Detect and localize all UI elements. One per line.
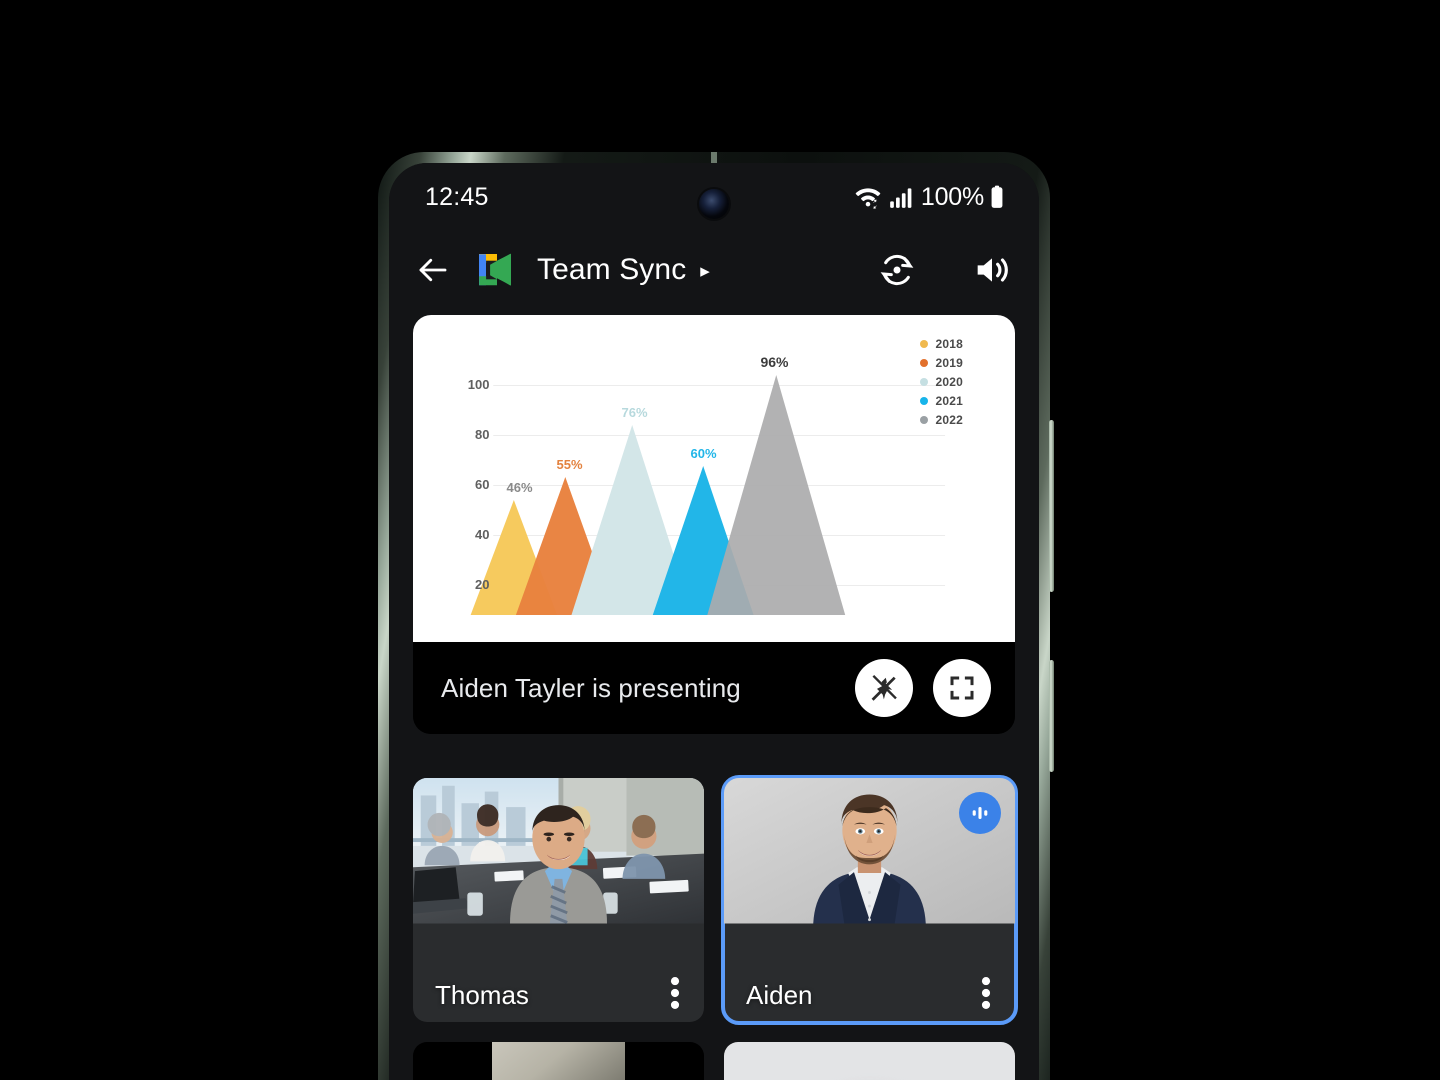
- participant-tile-partial-right[interactable]: [724, 1042, 1015, 1080]
- back-arrow-icon[interactable]: [415, 252, 451, 288]
- canvas-backdrop: 12:45 100% Team Sync ▸ 100 80 60 40 20 4…: [0, 0, 1440, 1080]
- thomas-conference-room-photo: [413, 778, 704, 924]
- unpin-button[interactable]: [855, 659, 913, 717]
- status-bar-clock: 12:45: [425, 182, 489, 211]
- ytick-40: 40: [475, 527, 489, 542]
- datalabel-2018: 46%: [506, 480, 532, 495]
- datalabel-2021: 60%: [690, 446, 716, 461]
- legend-label-2020: 2020: [935, 375, 963, 389]
- more-options-icon[interactable]: [973, 976, 999, 1010]
- partial-tile-video: [491, 1042, 626, 1080]
- legend-dot-2022: [919, 416, 928, 424]
- status-bar: 12:45 100%: [389, 163, 1039, 231]
- fullscreen-button[interactable]: [933, 659, 991, 717]
- ytick-80: 80: [475, 427, 489, 442]
- ytick-100: 100: [468, 377, 490, 392]
- presentation-card[interactable]: 100 80 60 40 20 46% 55% 76% 60% 96% 2018…: [413, 315, 1015, 734]
- legend-item-2018: 2018: [919, 337, 964, 351]
- legend-label-2021: 2021: [935, 394, 963, 408]
- app-bar: Team Sync ▸: [389, 231, 1039, 309]
- legend-label-2022: 2022: [935, 413, 963, 427]
- volume-button[interactable]: [1049, 660, 1054, 772]
- datalabel-2019: 55%: [556, 457, 582, 472]
- phone-device-frame: 12:45 100% Team Sync ▸ 100 80 60 40 20 4…: [378, 152, 1054, 1080]
- google-meet-logo: [479, 253, 511, 286]
- participant-tile-aiden[interactable]: Aiden: [721, 775, 1018, 1025]
- participant-tile-partial-left[interactable]: [413, 1042, 704, 1080]
- phone-bezel: 12:45 100% Team Sync ▸ 100 80 60 40 20 4…: [389, 163, 1039, 1080]
- legend-dot-2021: [919, 397, 928, 405]
- meeting-title[interactable]: Team Sync: [537, 253, 686, 287]
- phone-screen: 12:45 100% Team Sync ▸ 100 80 60 40 20 4…: [389, 163, 1039, 1080]
- status-bar-indicators: 100%: [853, 183, 1005, 212]
- power-button[interactable]: [1049, 420, 1054, 592]
- ytick-20: 20: [475, 577, 489, 592]
- legend-dot-2020: [919, 378, 928, 386]
- front-camera-punch-hole: [699, 189, 729, 219]
- datalabel-2020: 76%: [621, 405, 647, 420]
- participant-grid-next-row: [413, 1042, 1015, 1080]
- audio-waveform-icon: [972, 807, 988, 819]
- chevron-right-icon[interactable]: ▸: [700, 262, 710, 281]
- battery-icon: [991, 185, 1003, 208]
- chart-legend: 2018 2019 2020 2021 2022: [919, 337, 964, 427]
- legend-dot-2018: [919, 340, 928, 348]
- presenting-label: Aiden Tayler is presenting: [441, 672, 741, 703]
- legend-label-2019: 2019: [935, 356, 963, 370]
- shared-screen-chart: 100 80 60 40 20 46% 55% 76% 60% 96% 2018…: [413, 315, 1015, 642]
- participant-grid: Thomas Aiden: [413, 775, 1018, 1025]
- participant-name: Thomas: [435, 980, 529, 1010]
- legend-item-2020: 2020: [919, 375, 964, 389]
- wifi-icon: [855, 188, 881, 209]
- volume-speaker-icon[interactable]: [971, 250, 1011, 290]
- switch-camera-icon[interactable]: [877, 250, 917, 290]
- screenshot-root: 12:45 100% Team Sync ▸ 100 80 60 40 20 4…: [0, 0, 1440, 1080]
- audio-indicator-badge: [959, 792, 1001, 834]
- battery-percent-label: 100%: [920, 182, 984, 211]
- legend-item-2019: 2019: [919, 356, 964, 370]
- pin-off-icon: [871, 674, 897, 701]
- participant-tile-thomas[interactable]: Thomas: [413, 778, 704, 1022]
- cellular-signal-icon: [890, 188, 912, 208]
- ytick-60: 60: [475, 477, 489, 492]
- more-options-icon[interactable]: [662, 976, 688, 1010]
- legend-dot-2019: [919, 359, 928, 367]
- participant-name: Aiden: [746, 980, 813, 1010]
- datalabel-2022: 96%: [760, 354, 789, 370]
- presenting-status-bar: Aiden Tayler is presenting: [413, 642, 1015, 734]
- legend-item-2022: 2022: [919, 413, 964, 427]
- legend-label-2018: 2018: [935, 337, 963, 351]
- legend-item-2021: 2021: [919, 394, 964, 408]
- fullscreen-expand-icon: [950, 676, 974, 700]
